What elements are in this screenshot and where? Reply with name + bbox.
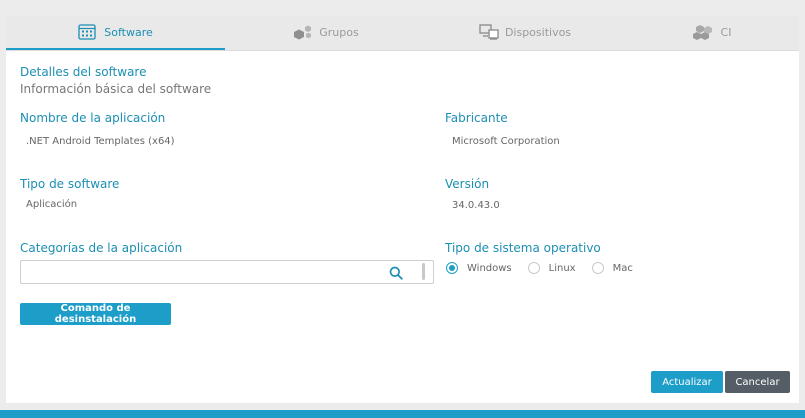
os-option-label: Windows bbox=[467, 262, 512, 274]
software-type-label: Tipo de software bbox=[20, 177, 120, 191]
software-grid-icon bbox=[78, 24, 96, 40]
version-label: Versión bbox=[445, 177, 490, 191]
version-value: 34.0.43.0 bbox=[452, 200, 500, 211]
tab-groups-label: Grupos bbox=[319, 25, 359, 39]
tab-ci[interactable]: CI bbox=[625, 16, 799, 48]
app-name-label: Nombre de la aplicación bbox=[20, 111, 166, 125]
categories-search-field bbox=[20, 260, 434, 284]
os-option-label: Linux bbox=[548, 262, 576, 274]
scrollbar[interactable] bbox=[422, 263, 425, 280]
update-button[interactable]: Actualizar bbox=[651, 371, 723, 393]
groups-cubes-icon bbox=[291, 24, 313, 40]
section-subtitle: Información básica del software bbox=[20, 82, 212, 96]
manufacturer-value: Microsoft Corporation bbox=[452, 136, 560, 147]
os-type-label: Tipo de sistema operativo bbox=[445, 241, 601, 255]
ci-boxes-icon bbox=[692, 24, 715, 40]
radio-unchecked-icon[interactable] bbox=[527, 262, 540, 274]
bottom-accent-bar bbox=[0, 410, 805, 418]
tab-software[interactable]: Software bbox=[6, 16, 225, 50]
section-title: Detalles del software bbox=[20, 65, 147, 79]
os-option-label: Mac bbox=[612, 262, 633, 274]
categories-label: Categorías de la aplicación bbox=[20, 241, 183, 255]
manufacturer-label: Fabricante bbox=[445, 111, 508, 125]
radio-checked-icon[interactable] bbox=[446, 262, 458, 274]
os-radio-windows[interactable]: Windows bbox=[446, 262, 512, 274]
radio-unchecked-icon[interactable] bbox=[591, 262, 604, 274]
app-name-value: .NET Android Templates (x64) bbox=[26, 136, 175, 147]
os-radio-mac[interactable]: Mac bbox=[591, 262, 633, 274]
search-icon[interactable] bbox=[389, 265, 403, 284]
tab-bar: Software Grupos Dispositivos CI bbox=[6, 16, 799, 51]
os-radio-group: Windows Linux Mac bbox=[446, 262, 649, 274]
tab-ci-label: CI bbox=[720, 25, 732, 39]
uninstall-command-button[interactable]: Comando de desinstalación bbox=[20, 303, 171, 325]
software-type-value: Aplicación bbox=[26, 199, 78, 210]
os-radio-linux[interactable]: Linux bbox=[527, 262, 576, 274]
tab-groups[interactable]: Grupos bbox=[225, 16, 425, 48]
cancel-button[interactable]: Cancelar bbox=[725, 371, 790, 393]
categories-input[interactable] bbox=[27, 261, 371, 284]
tab-devices[interactable]: Dispositivos bbox=[425, 16, 625, 48]
tab-devices-label: Dispositivos bbox=[504, 25, 572, 39]
software-details-panel: Detalles del software Información básica… bbox=[6, 51, 799, 403]
devices-icon bbox=[479, 24, 499, 40]
tab-software-label: Software bbox=[104, 25, 153, 39]
